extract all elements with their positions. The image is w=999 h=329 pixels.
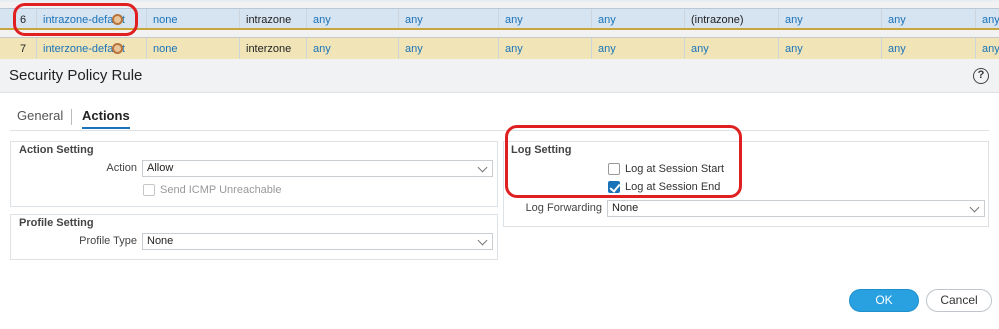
destination-device: any	[881, 38, 975, 59]
rule-type: intrazone	[239, 9, 306, 28]
chevron-down-icon	[477, 162, 488, 173]
rule-tags: none	[146, 9, 239, 28]
chevron-down-icon	[477, 235, 488, 246]
action-label: Action	[106, 162, 137, 174]
source-device: any	[591, 9, 684, 28]
row-index: 7	[20, 43, 27, 55]
destination-device: any	[881, 9, 975, 28]
destination-zone: any	[684, 38, 778, 59]
destination-address: any	[778, 38, 881, 59]
tab-actions[interactable]: Actions	[82, 105, 130, 129]
destination-address: any	[778, 9, 881, 28]
ok-button[interactable]: OK	[849, 289, 919, 312]
action-setting-title: Action Setting	[19, 144, 94, 156]
send-icmp-checkbox[interactable]	[143, 184, 155, 196]
tabs-divider	[10, 130, 989, 131]
source-zone: any	[306, 9, 398, 28]
cancel-button[interactable]: Cancel	[926, 289, 992, 312]
gear-icon	[112, 43, 123, 54]
log-forwarding-select[interactable]: None	[607, 200, 985, 217]
highlight-callout	[505, 125, 742, 198]
tab-general[interactable]: General	[17, 105, 63, 129]
profile-setting-panel: Profile Setting Profile Type None	[10, 214, 498, 260]
table-row[interactable]: 7 interzone-default none interzone any a…	[0, 37, 999, 59]
profile-type-select[interactable]: None	[142, 233, 493, 250]
destination-zone: (intrazone)	[684, 9, 778, 28]
profile-setting-title: Profile Setting	[19, 217, 94, 229]
rule-tags: none	[146, 38, 239, 59]
application: any	[975, 9, 999, 28]
profile-type-label: Profile Type	[79, 235, 137, 247]
chevron-down-icon	[969, 202, 980, 213]
source-device: any	[591, 38, 684, 59]
source-zone: any	[306, 38, 398, 59]
highlight-callout	[13, 3, 138, 36]
help-icon[interactable]: ?	[973, 68, 989, 84]
log-forwarding-label: Log Forwarding	[525, 202, 602, 214]
action-value: Allow	[147, 162, 174, 174]
table-header-row	[0, 0, 999, 2]
rule-type: interzone	[239, 38, 306, 59]
dialog-header: Security Policy Rule ?	[0, 60, 999, 93]
log-forwarding-value: None	[612, 202, 639, 214]
screen: 6 intrazone-default none intrazone any a…	[0, 0, 999, 329]
send-icmp-label: Send ICMP Unreachable	[160, 184, 282, 196]
source-user: any	[498, 9, 591, 28]
security-policy-rule-dialog: Security Policy Rule ? General Actions A…	[0, 60, 999, 329]
action-select[interactable]: Allow	[142, 160, 493, 177]
source-address: any	[398, 38, 498, 59]
source-address: any	[398, 9, 498, 28]
dialog-title: Security Policy Rule	[9, 67, 143, 84]
application: any	[975, 38, 999, 59]
policy-table: 6 intrazone-default none intrazone any a…	[0, 0, 999, 60]
source-user: any	[498, 38, 591, 59]
action-setting-panel: Action Setting Action Allow Send ICMP Un…	[10, 141, 498, 207]
rule-name-link[interactable]: interzone-default	[36, 38, 146, 59]
profile-type-value: None	[147, 235, 174, 247]
tab-divider	[71, 109, 72, 125]
table-row[interactable]: 6 intrazone-default none intrazone any a…	[0, 8, 999, 30]
